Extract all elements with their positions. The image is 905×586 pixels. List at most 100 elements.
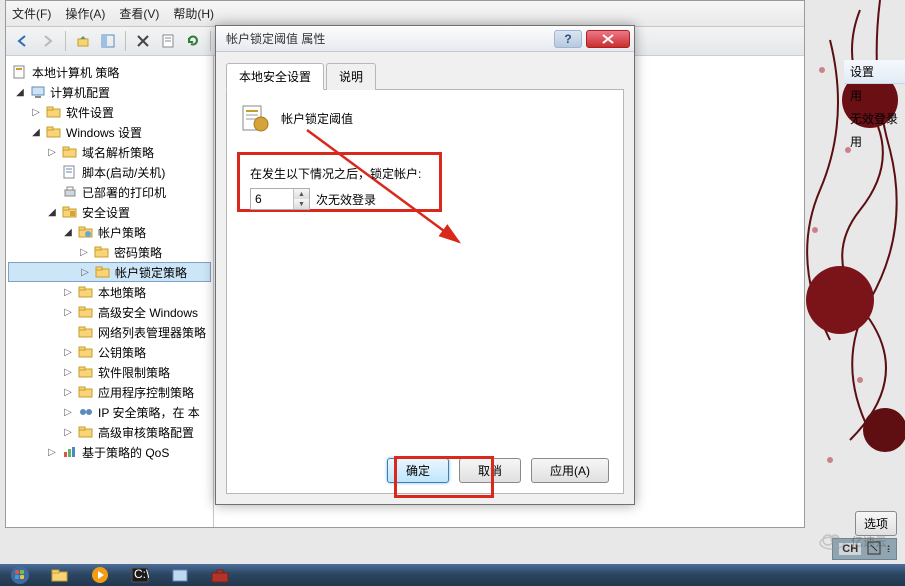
tree-software-settings[interactable]: ▷ 软件设置: [8, 102, 211, 122]
ok-button[interactable]: 确定: [387, 458, 449, 483]
dialog-tabs: 本地安全设置 说明: [226, 62, 624, 90]
lockout-threshold-spinner[interactable]: ▲▼: [250, 188, 310, 210]
tab-panel: 帐户锁定阈值 在发生以下情况之后，锁定帐户: ▲▼ 次无效登录 确定 取消: [226, 90, 624, 494]
refresh-button[interactable]: [182, 30, 204, 52]
ime-menu-icon[interactable]: ፧: [887, 542, 890, 557]
taskbar-cmd[interactable]: C:\: [120, 564, 160, 586]
cloud-icon: [819, 532, 845, 550]
tree-label: 软件设置: [66, 104, 114, 121]
dialog-heading: 帐户锁定阈值: [281, 110, 353, 127]
close-icon: [602, 34, 614, 44]
expand-icon: ▷: [46, 147, 58, 158]
back-button[interactable]: [12, 30, 34, 52]
expand-icon: ◢: [30, 127, 42, 138]
folder-icon: [78, 364, 94, 380]
lockout-threshold-input[interactable]: [251, 189, 293, 209]
tree-app-control[interactable]: ▷应用程序控制策略: [8, 382, 211, 402]
taskbar-media-player[interactable]: [80, 564, 120, 586]
expand-icon: ▷: [62, 307, 74, 318]
properties-dialog: 帐户锁定阈值 属性 ? 本地安全设置 说明 帐户锁定阈值 在发生以下情况之后，锁…: [215, 25, 635, 505]
dialog-help-button[interactable]: ?: [554, 30, 582, 48]
column-item[interactable]: 用: [844, 84, 905, 107]
tree-label: Windows 设置: [66, 124, 142, 141]
tree-computer-config[interactable]: ◢计算机配置: [8, 82, 211, 102]
watermark: 亿速云: [819, 532, 887, 550]
svg-text:C:\: C:\: [134, 567, 149, 581]
tree-windows-settings[interactable]: ◢ Windows 设置: [8, 122, 211, 142]
delete-button[interactable]: [132, 30, 154, 52]
watermark-text: 亿速云: [851, 533, 887, 550]
folder-icon: [78, 224, 94, 240]
tree-account-policies[interactable]: ◢ 帐户策略: [8, 222, 211, 242]
column-item[interactable]: 用: [844, 130, 905, 153]
taskbar-toolbox[interactable]: [200, 564, 240, 586]
tree-security-settings[interactable]: ◢ 安全设置: [8, 202, 211, 222]
tree-lockout-policy[interactable]: ▷帐户锁定策略: [8, 262, 211, 282]
start-button[interactable]: [0, 564, 40, 586]
taskbar-app[interactable]: [160, 564, 200, 586]
tree-advanced-audit[interactable]: ▷高级审核策略配置: [8, 422, 211, 442]
tree-label: 公钥策略: [98, 344, 146, 361]
printer-icon: [62, 184, 78, 200]
spinner-up-icon[interactable]: ▲: [294, 189, 309, 199]
menu-view[interactable]: 查看(V): [119, 5, 159, 22]
tree-advanced-firewall[interactable]: ▷ 高级安全 Windows: [8, 302, 211, 322]
tree-label: 本地计算机 策略: [32, 64, 119, 81]
expand-icon: ▷: [62, 407, 74, 418]
tree-ip-security[interactable]: ▷IP 安全策略，在 本: [8, 402, 211, 422]
properties-button[interactable]: [157, 30, 179, 52]
up-button[interactable]: [72, 30, 94, 52]
ip-security-icon: [78, 404, 94, 420]
tree-network-list[interactable]: 网络列表管理器策略: [8, 322, 211, 342]
tab-local-security[interactable]: 本地安全设置: [226, 63, 324, 90]
right-column: 设置 用 无效登录 用: [844, 60, 905, 153]
tree-software-restriction[interactable]: ▷软件限制策略: [8, 362, 211, 382]
tree-deployed-printers[interactable]: 已部署的打印机: [8, 182, 211, 202]
column-header[interactable]: 设置: [844, 60, 905, 84]
tree-local-policies[interactable]: ▷本地策略: [8, 282, 211, 302]
expand-icon: ▷: [62, 287, 74, 298]
tree-label: 安全设置: [82, 204, 130, 221]
tab-explain[interactable]: 说明: [326, 63, 376, 90]
menu-bar: 文件(F) 操作(A) 查看(V) 帮助(H): [6, 1, 804, 27]
tree-label: 帐户策略: [98, 224, 146, 241]
cancel-button[interactable]: 取消: [459, 458, 521, 483]
qos-icon: [62, 444, 78, 460]
show-hide-tree-button[interactable]: [97, 30, 119, 52]
tree-qos[interactable]: ▷基于策略的 QoS: [8, 442, 211, 462]
dialog-title-bar[interactable]: 帐户锁定阈值 属性 ?: [216, 26, 634, 52]
tree-label: 基于策略的 QoS: [82, 444, 169, 461]
column-item[interactable]: 无效登录: [844, 107, 905, 130]
tree-name-resolution[interactable]: ▷域名解析策略: [8, 142, 211, 162]
expand-icon: ◢: [46, 207, 58, 218]
expand-icon: ▷: [79, 267, 91, 278]
expand-icon: ◢: [62, 227, 74, 238]
tree-label: 已部署的打印机: [82, 184, 166, 201]
forward-button[interactable]: [37, 30, 59, 52]
expand-icon: ▷: [30, 107, 42, 118]
menu-file[interactable]: 文件(F): [12, 5, 51, 22]
expand-icon: ▷: [62, 387, 74, 398]
menu-action[interactable]: 操作(A): [65, 5, 105, 22]
folder-icon: [78, 384, 94, 400]
folder-icon: [46, 124, 62, 140]
folder-icon: [78, 424, 94, 440]
tree-label: 密码策略: [114, 244, 162, 261]
computer-icon: [30, 84, 46, 100]
tree-public-key[interactable]: ▷公钥策略: [8, 342, 211, 362]
dialog-title: 帐户锁定阈值 属性: [220, 30, 550, 47]
tree-root[interactable]: 本地计算机 策略: [8, 62, 211, 82]
spinner-down-icon[interactable]: ▼: [294, 199, 309, 209]
tree-label: 高级安全 Windows: [98, 304, 198, 321]
taskbar-explorer[interactable]: [40, 564, 80, 586]
apply-button[interactable]: 应用(A): [531, 458, 609, 483]
tree-password-policy[interactable]: ▷密码策略: [8, 242, 211, 262]
tree-scripts[interactable]: 脚本(启动/关机): [8, 162, 211, 182]
tree-label: 计算机配置: [50, 84, 110, 101]
annotation-box-field: 在发生以下情况之后，锁定帐户: ▲▼ 次无效登录: [237, 152, 442, 212]
dialog-close-button[interactable]: [586, 30, 630, 48]
menu-help[interactable]: 帮助(H): [173, 5, 214, 22]
folder-icon: [46, 104, 62, 120]
folder-icon: [78, 304, 94, 320]
folder-icon: [94, 244, 110, 260]
